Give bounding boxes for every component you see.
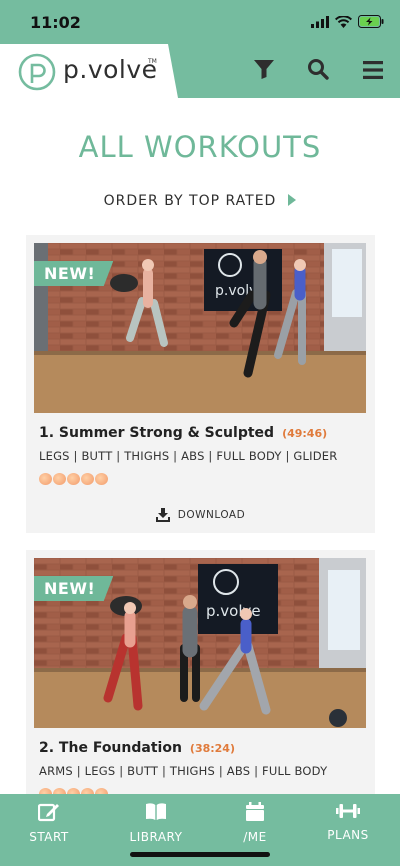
order-by-label: ORDER BY TOP RATED xyxy=(103,193,277,209)
workout-title-text: 2. The Foundation xyxy=(39,740,182,756)
nav-me-label: /ME xyxy=(243,830,267,844)
peach-icon xyxy=(95,473,108,485)
peach-icon xyxy=(67,473,80,485)
nav-plans[interactable]: PLANS xyxy=(303,802,393,842)
page-title: ALL WORKOUTS xyxy=(78,130,322,164)
book-icon xyxy=(146,803,166,820)
calendar-icon xyxy=(246,802,264,821)
peach-icon xyxy=(81,473,94,485)
workout-tags: LEGS | BUTT | THIGHS | ABS | FULL BODY |… xyxy=(39,449,338,463)
status-time: 11:02 xyxy=(30,13,81,32)
order-by-toggle[interactable]: ORDER BY TOP RATED xyxy=(0,193,400,209)
download-button[interactable]: DOWNLOAD xyxy=(26,508,375,522)
pvolve-logo-icon xyxy=(18,53,56,91)
peach-icon xyxy=(53,473,66,485)
nav-me[interactable]: /ME xyxy=(210,802,300,844)
nav-start[interactable]: START xyxy=(4,802,94,844)
search-icon[interactable] xyxy=(307,58,329,80)
filter-icon[interactable] xyxy=(253,58,275,80)
app-header: p.volve TM xyxy=(0,44,400,98)
nav-start-label: START xyxy=(29,830,69,844)
dumbbell-icon xyxy=(336,804,360,818)
logo-text: p.volve xyxy=(63,55,158,84)
wifi-icon xyxy=(335,15,352,28)
nav-library-label: LIBRARY xyxy=(129,830,183,844)
peach-rating xyxy=(39,473,108,485)
new-badge: NEW! xyxy=(34,576,114,601)
workout-card[interactable]: p.volve NEW! 1. Summer Strong & Sculpted… xyxy=(26,235,375,533)
workout-tags: ARMS | LEGS | BUTT | THIGHS | ABS | FULL… xyxy=(39,764,328,778)
logo[interactable]: p.volve TM xyxy=(0,44,178,98)
workout-title-text: 1. Summer Strong & Sculpted xyxy=(39,425,275,441)
workout-title[interactable]: 2. The Foundation (38:24) xyxy=(39,740,235,756)
download-icon xyxy=(155,508,170,522)
workout-card[interactable]: p.volve NEW! 2. The Foundation (38:24) A… xyxy=(26,550,375,800)
status-bar: 11:02 xyxy=(0,0,400,46)
play-arrow-icon xyxy=(288,194,297,206)
peach-icon xyxy=(39,473,52,485)
status-icons xyxy=(311,15,384,28)
battery-charging-icon xyxy=(358,15,384,28)
home-indicator xyxy=(130,852,270,857)
workout-duration: (49:46) xyxy=(282,427,328,440)
workout-duration: (38:24) xyxy=(189,742,235,755)
workout-thumbnail[interactable]: p.volve NEW! xyxy=(34,243,366,413)
workout-thumbnail[interactable]: p.volve NEW! xyxy=(34,558,366,728)
workout-title[interactable]: 1. Summer Strong & Sculpted (49:46) xyxy=(39,425,327,441)
nav-plans-label: PLANS xyxy=(327,828,369,842)
signal-icon xyxy=(311,15,329,28)
logo-trademark: TM xyxy=(148,58,157,65)
new-badge: NEW! xyxy=(34,261,114,286)
menu-icon[interactable] xyxy=(362,60,384,80)
download-label: DOWNLOAD xyxy=(177,509,246,521)
edit-icon xyxy=(38,803,59,822)
nav-library[interactable]: LIBRARY xyxy=(111,802,201,844)
poster-text: p.volve xyxy=(206,602,261,620)
